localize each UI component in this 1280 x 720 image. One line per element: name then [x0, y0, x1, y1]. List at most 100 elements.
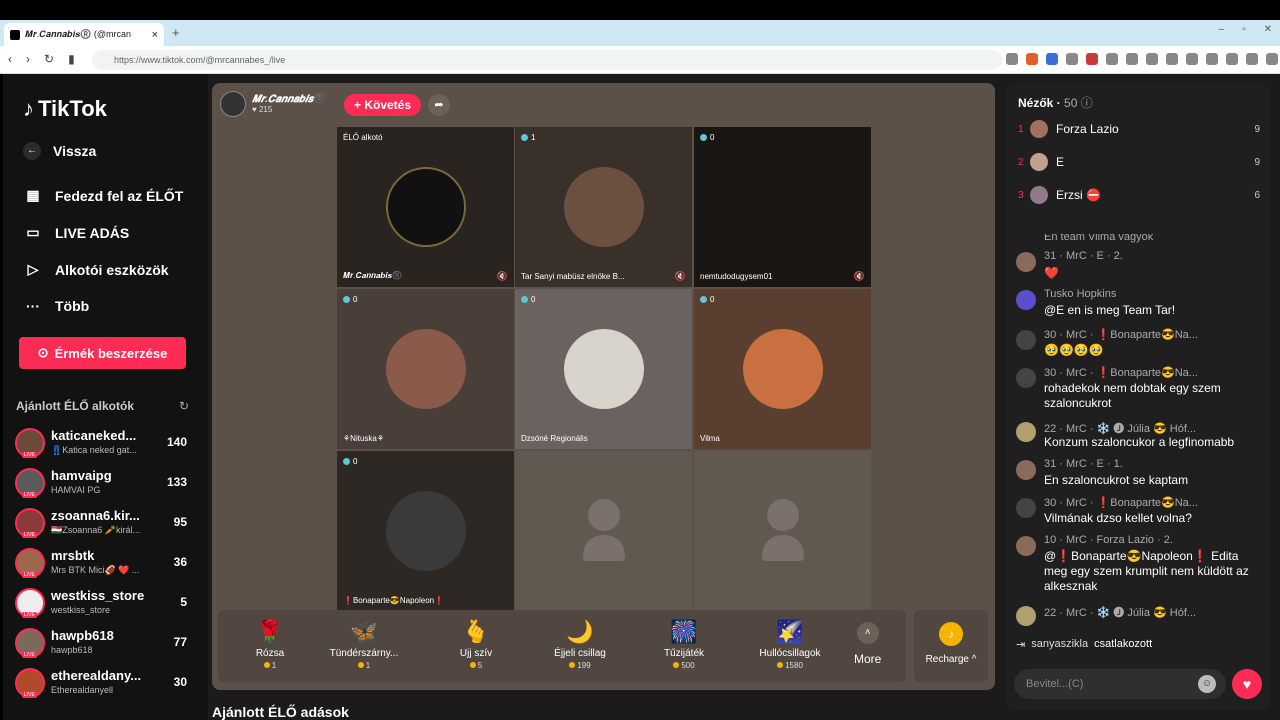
avatar	[386, 167, 466, 247]
guest-cell[interactable]: 0 Dzsóné Regionális	[515, 289, 692, 449]
price-value: 1	[365, 661, 371, 670]
message-header: 31 · MrC · E · 1.	[1044, 458, 1123, 470]
extension-icon[interactable]	[1106, 53, 1118, 65]
tiktok-logo[interactable]: ♪ TikTok	[23, 96, 107, 122]
creator-item[interactable]: LIVE hawpb618 hawpb618 77	[15, 626, 195, 662]
avatar	[1016, 460, 1036, 480]
extension-icon[interactable]	[1166, 53, 1178, 65]
nav-creator-tools[interactable]: ▷ Alkotói eszközök	[23, 261, 169, 278]
top-viewer-row[interactable]: 1 Forza Lazio 9	[1018, 119, 1260, 139]
refresh-icon[interactable]: ↻	[179, 399, 189, 413]
get-coins-button[interactable]: ⊙ Érmék beszerzése	[19, 337, 186, 369]
back-button[interactable]: ← Vissza	[23, 142, 96, 160]
creator-item[interactable]: LIVE westkiss_store westkiss_store 5	[15, 586, 195, 622]
nav-label: LIVE ADÁS	[55, 224, 130, 241]
more-gifts-button[interactable]: ˄ More	[854, 622, 881, 666]
new-tab-icon[interactable]: +	[172, 25, 180, 40]
nav-live-broadcast[interactable]: ▭ LIVE ADÁS	[23, 224, 129, 241]
extension-icon[interactable]	[1006, 53, 1018, 65]
gift-item[interactable]: 🌹 Rózsa 1	[230, 618, 310, 670]
chat-message: 30 · MrC · ❗Bonaparte😎Na... Vilmának dzs…	[1016, 496, 1260, 532]
recharge-button[interactable]: ♪ Recharge ^	[914, 610, 988, 682]
viewers-header[interactable]: Nézők · 50 ⓘ	[1018, 94, 1093, 111]
guest-name: ❗Bonaparte😎Napoleon❗	[343, 596, 445, 605]
tiktok-coin-icon: ♪	[939, 622, 963, 646]
url-field[interactable]: https://www.tiktok.com/@mrcannabes_/live	[92, 50, 1002, 70]
gift-name: Tűzijáték	[663, 648, 704, 659]
top-viewer-row[interactable]: 2 E 9	[1018, 152, 1260, 172]
guest-cell[interactable]: 0 nemtudodugysem01 🔇	[694, 127, 871, 287]
creator-item[interactable]: LIVE etherealdany... Etherealdanyell 30	[15, 666, 195, 702]
info-icon[interactable]: ⓘ	[1081, 96, 1093, 110]
live-badge: LIVE	[22, 532, 37, 538]
maximize-icon[interactable]: ▫	[1242, 24, 1246, 35]
host-info[interactable]: 𝑴𝒓.𝑪𝒂𝒏𝒏𝒂𝒃𝒊𝒔®️ ♥ 215	[220, 91, 326, 117]
gift-item[interactable]: 🌠 Hullócsillagok 1580	[750, 618, 830, 670]
creator-item[interactable]: LIVE zsoanna6.kir... 🇭🇺Zsoanna6 🥕királ..…	[15, 506, 195, 542]
emoji-icon[interactable]: ☺	[1198, 675, 1216, 693]
nav-explore-live[interactable]: ▦ Fedezd fel az ÉLŐT	[23, 187, 183, 204]
extension-icon[interactable]	[1206, 53, 1218, 65]
guest-name: nemtudodugysem01	[700, 272, 773, 281]
coin-icon	[673, 662, 680, 668]
extension-icon[interactable]	[1186, 53, 1198, 65]
browser-tab[interactable]: 𝑴𝒓.𝑪𝒂𝒏𝒏𝒂𝒃𝒊𝒔®️ (@mrcan ×	[4, 23, 164, 46]
message-header: 30 · MrC · ❗Bonaparte😎Na...	[1044, 329, 1198, 341]
likes-count: 215	[258, 105, 273, 114]
message-text: @E en is meg Team Tar!	[1044, 303, 1176, 317]
coin-icon	[263, 662, 270, 668]
message-text: En szaloncukrot se kaptam	[1044, 473, 1189, 487]
gift-item[interactable]: 🫰 Ujj szív 5	[436, 618, 516, 670]
chat-messages: En team Vilma vagyok 31 · MrC · E · 2. ❤…	[1006, 234, 1270, 629]
share-icon[interactable]: ➦	[428, 94, 450, 116]
tiktok-note-icon: ♪	[23, 96, 34, 121]
extension-icon[interactable]	[1046, 53, 1058, 65]
live-badge: LIVE	[22, 572, 37, 578]
gift-item[interactable]: 🌙 Éjjeli csillag 199	[540, 618, 620, 670]
creator-subtitle: HAMVAI PG	[51, 485, 101, 495]
empty-seat[interactable]	[694, 451, 871, 611]
gift-item[interactable]: 🦋 Tündérszárny... 1	[324, 618, 404, 670]
guest-cell[interactable]: 0 ⚘Nituska⚘	[337, 289, 514, 449]
back-icon[interactable]: ‹	[8, 52, 12, 66]
bookmark-icon[interactable]: ▮	[68, 52, 75, 66]
top-viewer-row[interactable]: 3 Erzsi ⛔ 6	[1018, 185, 1260, 205]
extension-icon[interactable]	[1086, 53, 1098, 65]
guest-cell[interactable]: 1 Tar Sanyi mabüsz elnöke B... 🔇	[515, 127, 692, 287]
close-tab-icon[interactable]: ×	[152, 29, 158, 41]
creator-item[interactable]: LIVE hamvaipg HAMVAI PG 133	[15, 466, 195, 502]
live-badge: LIVE	[22, 692, 37, 698]
guest-cell[interactable]: 0 Vilma	[694, 289, 871, 449]
avatar	[1016, 368, 1036, 388]
extension-icon[interactable]	[1126, 53, 1138, 65]
extension-icon[interactable]	[1266, 53, 1278, 65]
chat-input[interactable]: Bevitel...(C)	[1014, 669, 1226, 699]
extension-icon[interactable]	[1226, 53, 1238, 65]
host-avatar[interactable]	[220, 91, 246, 117]
like-heart-icon[interactable]: ♥	[1232, 669, 1262, 699]
extension-icon[interactable]	[1066, 53, 1078, 65]
empty-seat[interactable]	[515, 451, 692, 611]
creator-item[interactable]: LIVE katicaneked... 👖Katica neked gat...…	[15, 426, 195, 462]
join-notice: ⇥ sanyaszikla csatlakozott	[1016, 638, 1152, 651]
creator-subtitle: 👖Katica neked gat...	[51, 445, 137, 455]
guest-cell[interactable]: 0 ❗Bonaparte😎Napoleon❗	[337, 451, 514, 611]
score-badge: 0	[700, 133, 714, 142]
person-placeholder-icon	[767, 499, 799, 531]
guest-cell[interactable]: ÉLŐ alkotó 𝑴𝒓.𝑪𝒂𝒏𝒏𝒂𝒃𝒊𝒔®️ 🔇	[337, 127, 514, 287]
follow-button[interactable]: + Követés	[344, 94, 422, 116]
nav-more[interactable]: ··· Több	[23, 298, 89, 314]
night-star-icon: 🌙	[566, 619, 594, 644]
gift-item[interactable]: 🎆 Tűzijáték 500	[644, 618, 724, 670]
rose-icon: 🌹	[256, 619, 284, 644]
extension-icon[interactable]	[1026, 53, 1038, 65]
extension-icon[interactable]	[1246, 53, 1258, 65]
window-controls: – ▫ ✕	[1219, 24, 1273, 35]
extension-icon[interactable]	[1146, 53, 1158, 65]
mic-muted-icon: 🔇	[496, 271, 508, 281]
reload-icon[interactable]: ↻	[44, 52, 54, 66]
close-window-icon[interactable]: ✕	[1264, 24, 1272, 35]
creator-item[interactable]: LIVE mrsbtk Mrs BTK Mici🏈 ❤️ ... 36	[15, 546, 195, 582]
forward-icon[interactable]: ›	[26, 52, 30, 66]
minimize-icon[interactable]: –	[1219, 24, 1225, 35]
